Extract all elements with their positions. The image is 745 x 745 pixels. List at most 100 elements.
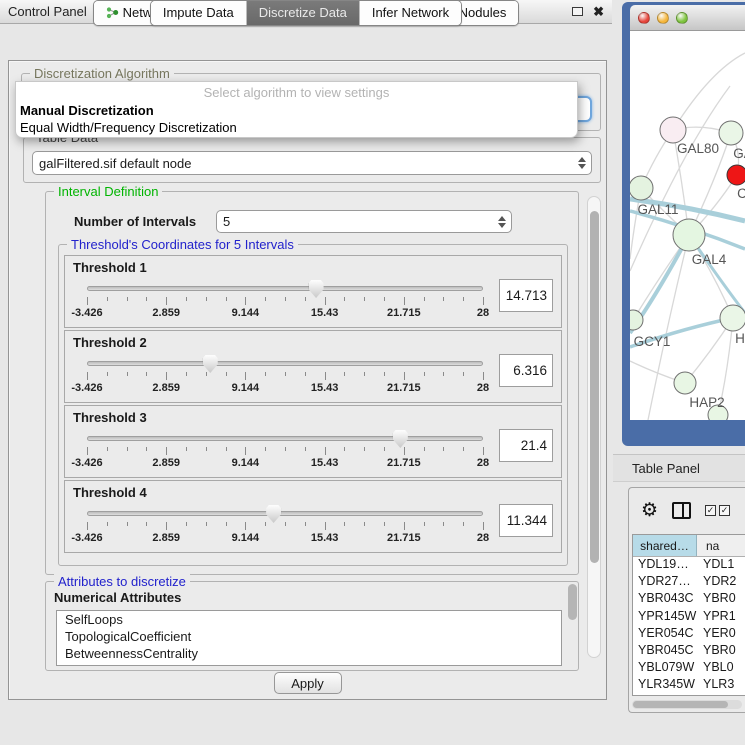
list-item[interactable]: SelfLoops — [57, 611, 561, 628]
cell-shared-name: YDR27… — [633, 574, 697, 591]
tab-impute-data[interactable]: Impute Data — [151, 1, 246, 25]
attributes-listbox[interactable]: SelfLoopsTopologicalCoefficientBetweenne… — [56, 610, 562, 666]
algorithm-group-title: Discretization Algorithm — [30, 66, 174, 81]
network-view-window: GAL80GACGAL11GAL4GCY1HHAP2 — [622, 2, 745, 446]
node-label: GCY1 — [634, 334, 671, 349]
table-header-row: shared… na — [633, 535, 745, 557]
checkbox-icon[interactable]: ✓ — [719, 505, 730, 516]
attributes-scrollbar[interactable] — [568, 584, 577, 620]
threshold-slider[interactable]: -3.4262.8599.14415.4321.71528 — [87, 279, 483, 325]
network-node[interactable] — [660, 117, 686, 143]
threshold-value-field[interactable]: 6.316 — [499, 354, 553, 387]
threshold-value-field[interactable]: 11.344 — [499, 504, 553, 537]
num-intervals-combobox[interactable]: 5 — [216, 210, 512, 233]
cell-name: YBR0 — [697, 643, 745, 660]
slider-track[interactable] — [87, 436, 483, 441]
network-graph: GAL80GACGAL11GAL4GCY1HHAP2 — [630, 31, 745, 420]
algorithm-dropdown-popup: Select algorithm to view settings Manual… — [15, 81, 578, 138]
slider-thumb[interactable] — [203, 355, 218, 373]
apply-button[interactable]: Apply — [274, 672, 342, 694]
network-node[interactable] — [673, 219, 705, 251]
network-node[interactable] — [674, 372, 696, 394]
interval-definition-group: Interval Definition Number of Intervals … — [45, 191, 579, 575]
table-row[interactable]: YER054CYER0 — [633, 626, 745, 643]
threshold-label: Threshold 4 — [73, 485, 553, 500]
list-item[interactable]: TopologicalCoefficient — [57, 628, 561, 645]
table-row[interactable]: YBR043CYBR0 — [633, 591, 745, 608]
table-row[interactable]: YBR045CYBR0 — [633, 643, 745, 660]
network-node[interactable] — [719, 121, 743, 145]
node-label: GA — [733, 146, 745, 161]
bottom-tabbar: Impute DataDiscretize DataInfer Network — [0, 0, 612, 26]
threshold-slider[interactable]: -3.4262.8599.14415.4321.71528 — [87, 504, 483, 550]
slider-tick-labels: -3.4262.8599.14415.4321.71528 — [87, 532, 483, 546]
slider-thumb[interactable] — [393, 430, 408, 448]
scrollbar-thumb[interactable] — [633, 701, 728, 708]
threshold-label: Threshold 2 — [73, 335, 553, 350]
threshold-value-field[interactable]: 14.713 — [499, 279, 553, 312]
cell-shared-name: YLR345W — [633, 677, 697, 694]
node-label: GAL80 — [677, 141, 719, 156]
algorithm-option-manual[interactable]: Manual Discretization — [16, 102, 577, 119]
slider-track[interactable] — [87, 511, 483, 516]
threshold-slider[interactable]: -3.4262.8599.14415.4321.71528 — [87, 354, 483, 400]
numerical-attributes-label: Numerical Attributes — [54, 590, 181, 605]
slider-track[interactable] — [87, 361, 483, 366]
cell-name: YIL0 — [697, 695, 745, 697]
network-window-titlebar[interactable] — [630, 5, 745, 31]
thresholds-group-title: Threshold's Coordinates for 5 Intervals — [67, 237, 298, 252]
threshold-value-field[interactable]: 21.4 — [499, 429, 553, 462]
slider-ticks — [87, 447, 483, 456]
slider-thumb[interactable] — [309, 280, 324, 298]
thresholds-group: Threshold's Coordinates for 5 Intervals … — [58, 244, 568, 566]
cell-shared-name: YBR043C — [633, 591, 697, 608]
tab-discretize-data[interactable]: Discretize Data — [246, 1, 359, 25]
network-canvas[interactable]: GAL80GACGAL11GAL4GCY1HHAP2 — [630, 31, 745, 420]
table-row[interactable]: YDL19…YDL1 — [633, 557, 745, 574]
slider-thumb[interactable] — [266, 505, 281, 523]
slider-ticks — [87, 372, 483, 381]
table-panel-titlebar: Table Panel — [613, 454, 745, 482]
column-header-shared-name[interactable]: shared… — [633, 535, 697, 556]
table-data-value: galFiltered.sif default node — [39, 156, 191, 171]
network-edge — [673, 53, 745, 130]
network-node[interactable] — [727, 165, 745, 185]
slider-tick-labels: -3.4262.8599.14415.4321.71528 — [87, 457, 483, 471]
cell-name: YDR2 — [697, 574, 745, 591]
column-header-name[interactable]: na — [697, 535, 745, 556]
threshold-slider[interactable]: -3.4262.8599.14415.4321.71528 — [87, 429, 483, 475]
mac-close-icon[interactable] — [638, 12, 650, 24]
gear-icon[interactable]: ⚙ — [641, 501, 658, 520]
tab-infer-network[interactable]: Infer Network — [359, 1, 461, 25]
control-panel: Control Panel ✖ NetworkStyleSelectCyni T… — [0, 0, 612, 745]
table-hscrollbar[interactable] — [632, 700, 742, 709]
mac-zoom-icon[interactable] — [676, 12, 688, 24]
table-data-combobox[interactable]: galFiltered.sif default node — [32, 151, 592, 175]
mac-minimize-icon[interactable] — [657, 12, 669, 24]
threshold-panel-1: Threshold 1-3.4262.8599.14415.4321.71528… — [64, 255, 562, 328]
interval-definition-title: Interval Definition — [54, 184, 162, 199]
thresholds-list: Threshold 1-3.4262.8599.14415.4321.71528… — [64, 255, 562, 555]
cell-name: YBL0 — [697, 660, 745, 677]
checkbox-icon[interactable]: ✓ — [705, 505, 716, 516]
columns-icon[interactable] — [672, 502, 691, 519]
table-row[interactable]: YIL052CYIL0 — [633, 695, 745, 697]
cell-name: YDL1 — [697, 557, 745, 574]
network-node[interactable] — [720, 305, 745, 331]
table-row[interactable]: YLR345WYLR3 — [633, 677, 745, 694]
slider-track[interactable] — [87, 286, 483, 291]
algorithm-option-equal-width[interactable]: Equal Width/Frequency Discretization — [16, 119, 577, 136]
table-row[interactable]: YPR145WYPR1 — [633, 609, 745, 626]
network-node[interactable] — [630, 310, 643, 330]
scrollbar-thumb[interactable] — [590, 211, 599, 563]
panel-scrollbar[interactable] — [587, 196, 601, 658]
slider-ticks — [87, 522, 483, 531]
table-row[interactable]: YBL079WYBL0 — [633, 660, 745, 677]
node-label: HAP2 — [689, 395, 724, 410]
threshold-panel-3: Threshold 3-3.4262.8599.14415.4321.71528… — [64, 405, 562, 478]
cell-shared-name: YDL19… — [633, 557, 697, 574]
cell-shared-name: YIL052C — [633, 695, 697, 697]
network-node[interactable] — [630, 176, 653, 200]
table-row[interactable]: YDR27…YDR2 — [633, 574, 745, 591]
list-item[interactable]: BetweennessCentrality — [57, 645, 561, 662]
